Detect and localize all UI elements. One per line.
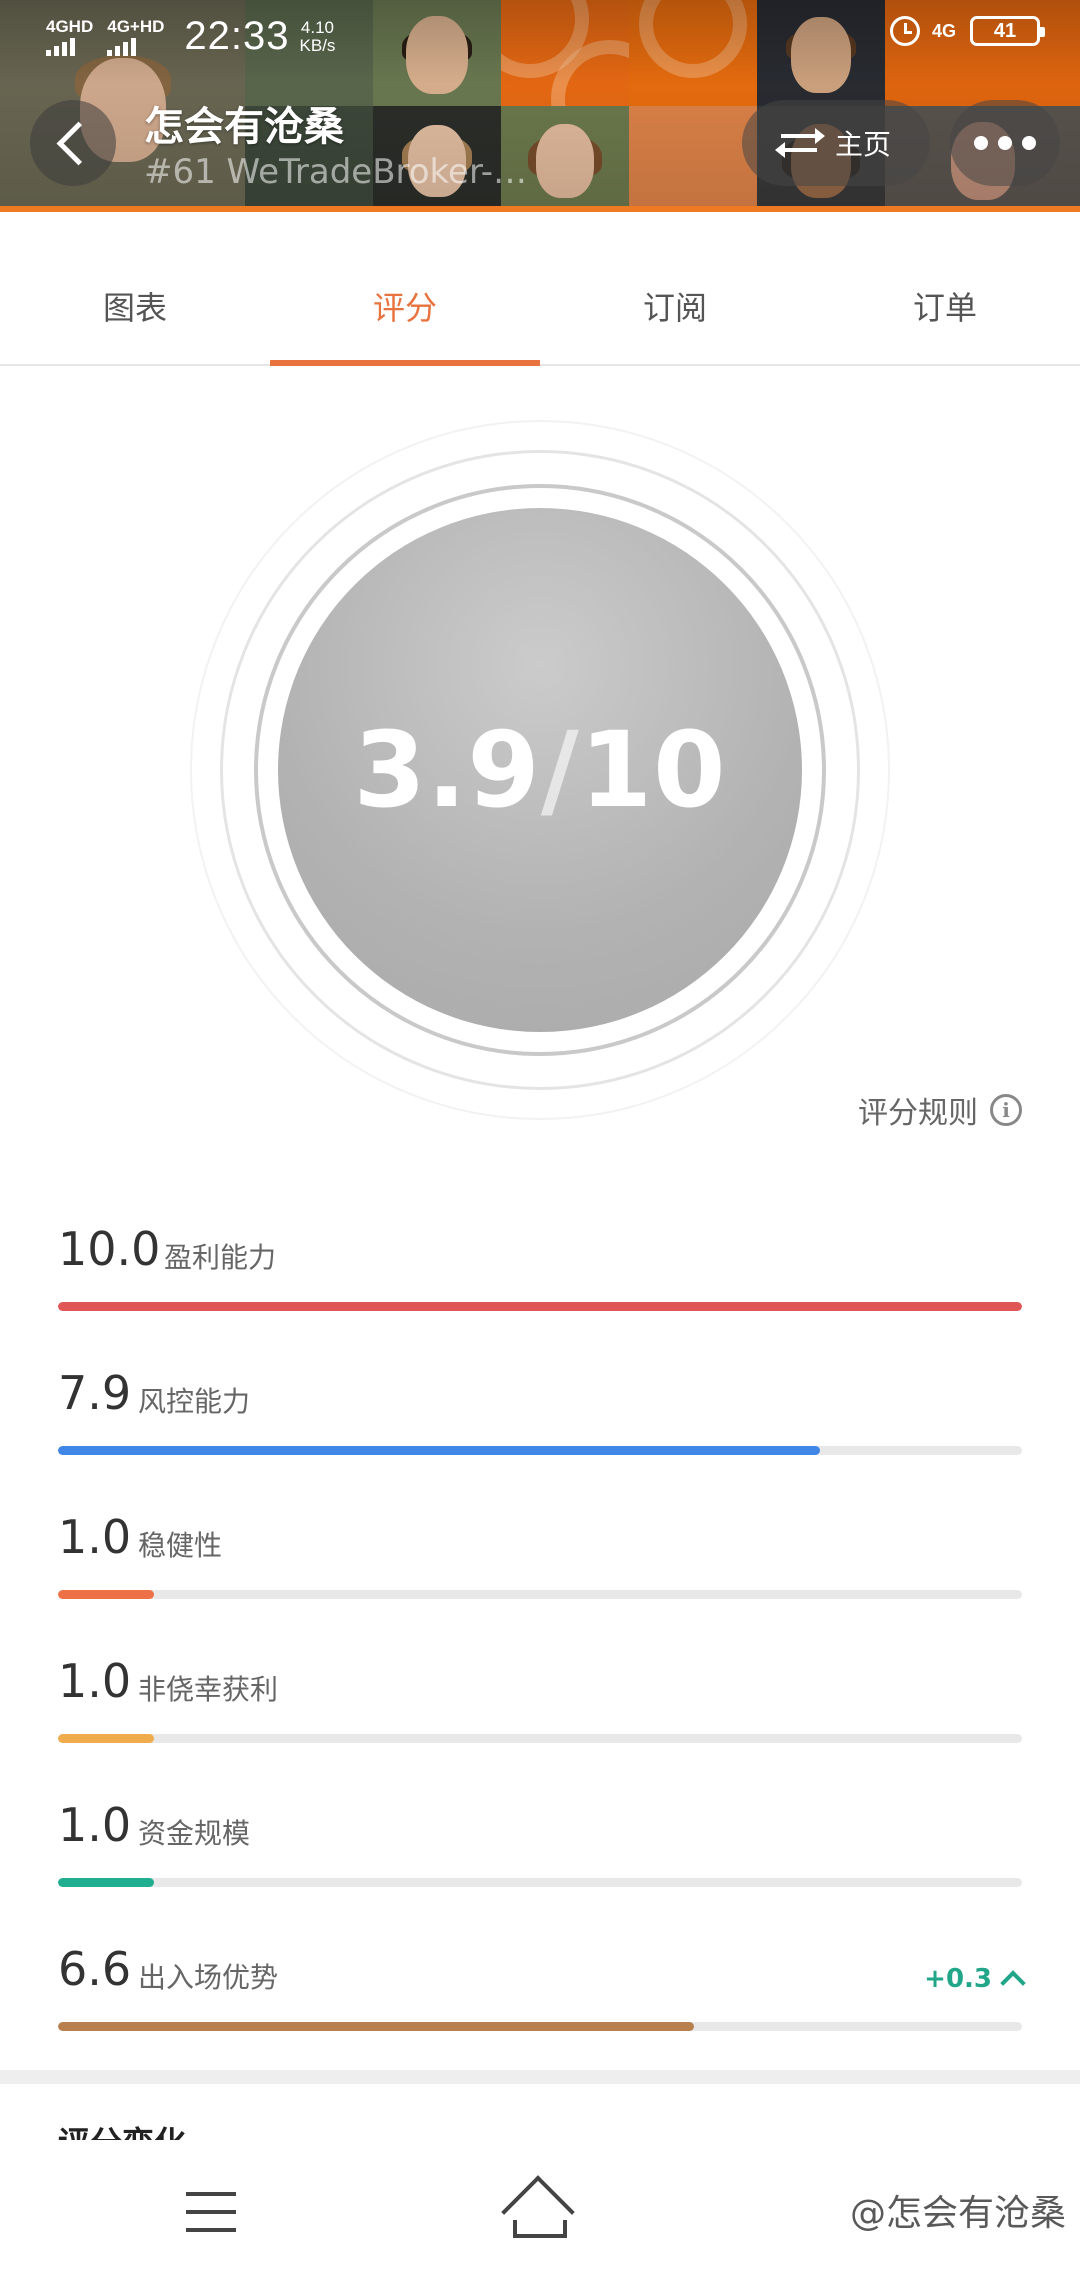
home-icon[interactable]: [501, 2175, 575, 2249]
watermark: @怎会有沧桑: [849, 2193, 1066, 2234]
tab-subscribe[interactable]: 订阅: [540, 248, 810, 364]
metric-label: 风控能力: [138, 1385, 251, 1418]
menu-icon[interactable]: [186, 2192, 236, 2232]
metric-value: 1.0: [58, 1654, 132, 1708]
battery-icon: 41: [970, 16, 1045, 46]
metric-progress-bar: [58, 2022, 1022, 2031]
home-button-label: 主页: [834, 128, 891, 161]
metric-progress-fill: [58, 2022, 695, 2031]
metric-label: 出入场优势: [138, 1961, 279, 1994]
more-dots-icon: [974, 136, 988, 150]
status-bar-right: 4G 41: [889, 16, 1045, 46]
score-value: 3.9/10: [353, 709, 727, 831]
score-change: +0.3: [924, 1964, 1026, 1996]
chevron-up-icon: [1000, 1970, 1026, 1996]
more-button[interactable]: [950, 100, 1060, 186]
section-divider: [0, 2070, 1080, 2084]
metric-item: 1.0 非侥幸获利: [58, 1654, 1022, 1754]
signal-icon: 4GHD: [46, 17, 93, 56]
metric-item: 1.0 资金规模: [58, 1798, 1022, 1898]
metric-progress-bar: [58, 1590, 1022, 1599]
rating-rules-label: 评分规则: [858, 1096, 978, 1131]
profile-header: 4GHD 4G+HD 22:33 4.10 KB/s 4G 41 怎会有沧桑 #…: [0, 0, 1080, 212]
metric-progress-fill: [58, 1302, 1022, 1311]
back-button[interactable]: [30, 100, 116, 186]
network-speed: 4.10 KB/s: [299, 17, 336, 55]
metric-progress-fill: [58, 1878, 155, 1887]
metric-progress-bar: [58, 1302, 1022, 1311]
alarm-icon: [889, 16, 920, 46]
metric-value: 1.0: [58, 1510, 132, 1564]
swap-icon: [774, 128, 825, 158]
home-button[interactable]: 主页: [742, 100, 930, 186]
metric-label: 稳健性: [138, 1529, 223, 1562]
page-subtitle: #61 WeTradeBroker-…: [144, 152, 528, 192]
tab-rating[interactable]: 评分: [270, 248, 540, 366]
metric-progress-bar: [58, 1734, 1022, 1743]
signal-icon: 4G+HD: [107, 17, 164, 56]
system-nav-bar: @怎会有沧桑: [0, 2140, 1080, 2280]
metric-label: 资金规模: [138, 1817, 251, 1850]
metric-value: 1.0: [58, 1798, 132, 1852]
chevron-left-icon: [56, 121, 100, 165]
metric-label: 盈利能力: [164, 1241, 277, 1274]
metric-progress-bar: [58, 1446, 1022, 1455]
metric-progress-bar: [58, 1878, 1022, 1887]
metric-progress-fill: [58, 1446, 820, 1455]
network-type: 4G: [931, 21, 956, 41]
metric-value: 6.6: [58, 1942, 132, 1996]
rating-rules-link[interactable]: 评分规则 i: [858, 1088, 1022, 1132]
metric-value: 10.0: [58, 1222, 161, 1276]
score-disc: 3.9/10: [278, 508, 802, 1032]
metric-item: 7.9 风控能力: [58, 1366, 1022, 1466]
metric-progress-fill: [58, 1734, 155, 1743]
tab-bar: 图表 评分 订阅 订单: [0, 248, 1080, 366]
status-time: 22:33: [184, 14, 290, 58]
page-title: 怎会有沧桑: [144, 104, 344, 150]
metric-item: 6.6 出入场优势 +0.3: [58, 1942, 1026, 2042]
info-icon: i: [990, 1094, 1022, 1126]
status-bar-left: 4GHD 4G+HD 22:33 4.10 KB/s: [46, 14, 335, 59]
tab-orders[interactable]: 订单: [810, 248, 1080, 364]
metric-item: 1.0 稳健性: [58, 1510, 1022, 1610]
metric-item: 10.0 盈利能力: [58, 1222, 1022, 1322]
tab-chart[interactable]: 图表: [0, 248, 270, 364]
metric-progress-fill: [58, 1590, 155, 1599]
metric-label: 非侥幸获利: [138, 1673, 279, 1706]
score-change-value: +0.3: [924, 1964, 992, 1994]
metric-value: 7.9: [58, 1366, 132, 1420]
score-gauge: 3.9/10: [190, 420, 890, 1120]
